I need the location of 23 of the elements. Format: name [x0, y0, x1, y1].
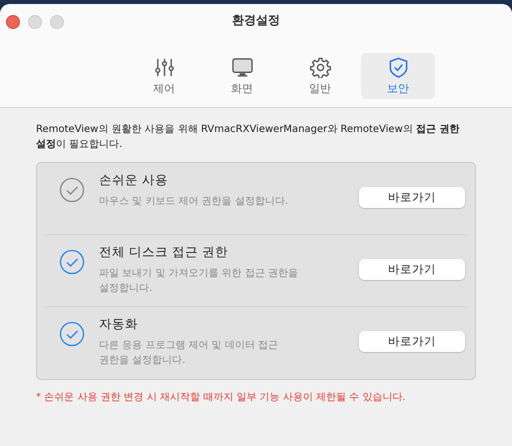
shield-icon — [388, 56, 408, 78]
shortcut-button[interactable]: 바로가기 — [359, 259, 465, 280]
minimize-button[interactable] — [28, 15, 42, 29]
shortcut-button[interactable]: 바로가기 — [359, 187, 465, 208]
shortcut-button[interactable]: 바로가기 — [359, 331, 465, 352]
monitor-icon — [232, 56, 252, 78]
window-title: 환경설정 — [232, 12, 280, 28]
intro-text: RemoteView의 원활한 사용을 위해 RVmacRXViewerManager와 RemoteView의 접근 권한 설정이 필요합니다. — [36, 123, 460, 152]
permission-title: 손쉬운 사용 — [99, 172, 169, 189]
permission-title: 전체 디스크 접근 권한 — [99, 244, 229, 261]
permission-description: 다른 응용 프로그램 제어 및 데이터 접근 권한을 설정합니다. — [99, 339, 280, 368]
tab[interactable]: 일반 — [283, 53, 357, 99]
tab[interactable]: 제어 — [127, 53, 201, 99]
tab[interactable]: 보안 — [361, 53, 435, 99]
tab[interactable]: 화면 — [205, 53, 279, 99]
sliders-icon — [154, 56, 174, 78]
permission-description: 마우스 및 키보드 제어 권한을 설정합니다. — [99, 195, 290, 209]
permission-title: 자동화 — [99, 316, 139, 333]
gear-icon — [310, 56, 330, 78]
zoom-button[interactable] — [50, 15, 64, 29]
permission-description: 파일 보내기 및 가져오기를 위한 접근 권한을 설정합니다. — [99, 267, 299, 296]
close-button[interactable] — [6, 15, 20, 29]
warning-note: * 손쉬운 사용 권한 변경 시 재시작할 때까지 일부 기능 사용이 제한될 수 있습니다. — [36, 391, 407, 404]
